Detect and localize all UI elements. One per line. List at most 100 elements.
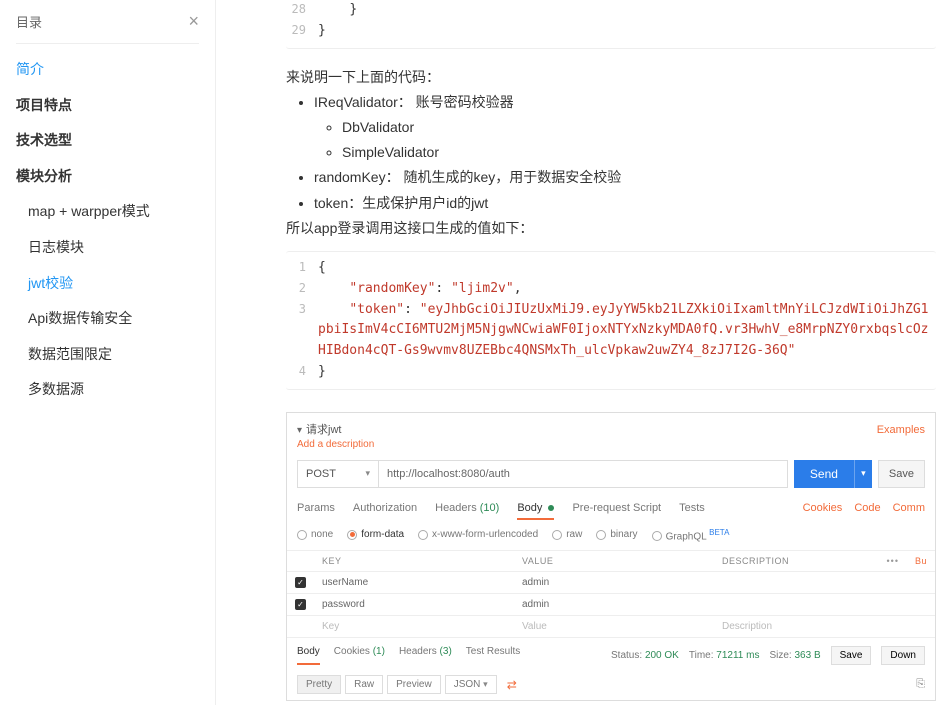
params-table: KEY VALUE DESCRIPTION ••• Bu ✓ userName … [287,550,935,637]
code-block-json: 1{2 "randomKey": "ljim2v",3 "token": "ey… [286,251,936,390]
code-block-top: 28 } 29} [286,0,936,49]
time-label: Time: 71211 ms [689,650,760,661]
nav-sub-log[interactable]: 日志模块 [28,230,199,266]
toc-sidebar: 目录 × 简介 项目特点 技术选型 模块分析 map + warpper模式 日… [0,0,216,705]
view-preview[interactable]: Preview [387,675,441,694]
nav-sub-api[interactable]: Api数据传输安全 [28,301,199,337]
sidebar-title: 目录 [16,12,42,31]
list-item: token：生成保护用户id的jwt [314,191,936,216]
nav-sub-map[interactable]: map + warpper模式 [28,194,199,230]
line-number: 28 [286,0,318,21]
radio-none[interactable]: none [297,529,333,540]
url-input[interactable]: http://localhost:8080/auth [379,460,788,488]
radio-urlencoded[interactable]: x-www-form-urlencoded [418,529,538,540]
key-placeholder[interactable]: Key [314,616,514,638]
desc-placeholder[interactable]: Description [714,616,935,638]
cookies-link[interactable]: Cookies [803,502,843,520]
format-select[interactable]: JSON ▾ [445,675,497,694]
table-row: Key Value Description [287,616,935,638]
col-desc: DESCRIPTION [714,551,879,572]
send-button[interactable]: Send [794,460,854,488]
tab-tests[interactable]: Tests [679,502,705,520]
checkbox-icon[interactable]: ✓ [295,577,306,588]
nav-sub-scope[interactable]: 数据范围限定 [28,337,199,373]
value-cell[interactable]: admin [514,594,714,616]
tab-auth[interactable]: Authorization [353,502,417,520]
explanation-text: 来说明一下上面的代码： IReqValidator： 账号密码校验器 DbVal… [286,65,936,241]
code-text: "token": "eyJhbGciOiJIUzUxMiJ9.eyJyYW5kb… [318,300,936,362]
code-text: { [318,258,936,279]
nav-item-tech[interactable]: 技术选型 [16,123,199,159]
add-description-link[interactable]: Add a description [297,439,374,450]
postman-screenshot: ▾请求jwt Examples Add a description POST▾ … [286,412,936,701]
download-button[interactable]: Down [881,646,925,665]
code-text: } [318,0,936,21]
nav-sub-list: map + warpper模式 日志模块 jwt校验 Api数据传输安全 数据范… [16,194,199,408]
main-content: 28 } 29} 来说明一下上面的代码： IReqValidator： 账号密码… [216,0,936,705]
line-number: 3 [286,300,318,362]
line-number: 4 [286,362,318,383]
save-response-button[interactable]: Save [831,646,872,665]
resp-tab-test[interactable]: Test Results [466,646,520,665]
key-cell[interactable]: userName [314,572,514,594]
resp-tab-body[interactable]: Body [297,646,320,665]
value-cell[interactable]: admin [514,572,714,594]
status-label: Status: 200 OK [611,650,679,661]
line-number: 29 [286,21,318,42]
radio-binary[interactable]: binary [596,529,637,540]
wrap-icon[interactable]: ⇄ [507,678,517,692]
radio-graphql[interactable]: GraphQL BETA [652,528,730,542]
code-text: } [318,362,936,383]
resp-tab-headers[interactable]: Headers (3) [399,646,452,665]
list-item: IReqValidator： 账号密码校验器 DbValidator Simpl… [314,90,936,166]
value-placeholder[interactable]: Value [514,616,714,638]
outro-text: 所以app登录调用这接口生成的值如下： [286,216,936,241]
code-text: "randomKey": "ljim2v", [318,279,936,300]
save-button[interactable]: Save [878,460,925,488]
request-name: ▾请求jwt [297,421,341,437]
comments-link[interactable]: Comm [893,502,925,520]
examples-link[interactable]: Examples [877,424,925,436]
nav-item-features[interactable]: 项目特点 [16,88,199,124]
table-row: ✓ userName admin [287,572,935,594]
col-value: VALUE [514,551,714,572]
view-raw[interactable]: Raw [345,675,383,694]
resp-tab-cookies[interactable]: Cookies (1) [334,646,385,665]
tab-headers[interactable]: Headers (10) [435,502,499,520]
tab-pre[interactable]: Pre-request Script [572,502,661,520]
list-item: DbValidator [342,115,936,140]
chevron-down-icon: ▾ [861,468,866,479]
chevron-down-icon: ▾ [483,679,488,689]
tab-params[interactable]: Params [297,502,335,520]
view-pretty[interactable]: Pretty [297,675,341,694]
list-item: randomKey： 随机生成的key，用于数据安全校验 [314,165,936,190]
copy-icon[interactable]: ⎘ [916,678,925,691]
close-icon[interactable]: × [188,11,199,32]
tab-body[interactable]: Body [517,502,554,520]
more-icon[interactable]: ••• [887,556,899,566]
nav-sub-multidb[interactable]: 多数据源 [28,372,199,408]
key-cell[interactable]: password [314,594,514,616]
intro-text: 来说明一下上面的代码： [286,65,936,90]
method-select[interactable]: POST▾ [297,460,379,488]
collapse-icon[interactable]: ▾ [297,425,302,436]
nav-sub-jwt[interactable]: jwt校验 [28,266,199,302]
nav-item-intro[interactable]: 简介 [16,52,199,88]
size-label: Size: 363 B [769,650,820,661]
checkbox-icon[interactable]: ✓ [295,599,306,610]
sidebar-header: 目录 × [16,0,199,44]
chevron-down-icon: ▾ [365,468,370,479]
list-item: SimpleValidator [342,140,936,165]
radio-raw[interactable]: raw [552,529,582,540]
send-dropdown[interactable]: ▾ [854,460,872,488]
line-number: 1 [286,258,318,279]
code-text: } [318,21,936,42]
code-link[interactable]: Code [854,502,880,520]
line-number: 2 [286,279,318,300]
col-key: KEY [314,551,514,572]
nav-item-module[interactable]: 模块分析 [16,159,199,195]
bulk-edit-link[interactable]: Bu [915,556,927,566]
radio-form-data[interactable]: form-data [347,529,404,540]
dot-icon [548,505,554,511]
table-row: ✓ password admin [287,594,935,616]
